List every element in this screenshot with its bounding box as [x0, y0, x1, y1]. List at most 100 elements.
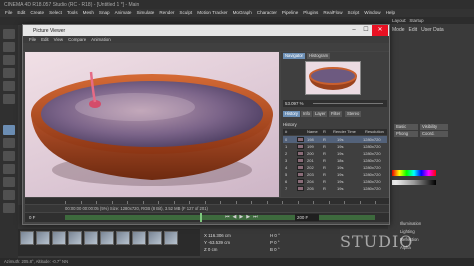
menu-item-10[interactable]: Sculpt	[179, 10, 192, 16]
tool-icon[interactable]	[3, 125, 15, 135]
material-thumbnail[interactable]	[116, 231, 130, 245]
menu-item-12[interactable]: MoGraph	[233, 10, 252, 16]
viewer-menu-item-1[interactable]: Edit	[41, 37, 49, 42]
history-tab[interactable]: History	[283, 111, 301, 117]
tool-icon[interactable]	[3, 203, 15, 213]
menu-item-15[interactable]: Plugins	[303, 10, 318, 16]
maximize-icon[interactable]: ☐	[360, 25, 372, 36]
edit-tab[interactable]: Edit	[409, 27, 418, 33]
menu-item-0[interactable]: File	[5, 10, 12, 16]
tool-icon[interactable]	[3, 164, 15, 174]
layer-tab[interactable]: Layer	[313, 111, 328, 117]
menu-item-16[interactable]: RealFlow	[323, 10, 342, 16]
coord-y-field[interactable]: -63.539 cm	[208, 240, 230, 245]
coord-b-field[interactable]: 0 °	[274, 247, 279, 252]
tool-icon[interactable]	[3, 190, 15, 200]
tool-icon[interactable]	[3, 29, 15, 39]
material-thumbnail[interactable]	[52, 231, 66, 245]
menu-item-11[interactable]: Motion Tracker	[197, 10, 227, 16]
menu-item-3[interactable]: Select	[49, 10, 62, 16]
zoom-slider[interactable]	[313, 103, 383, 104]
menu-item-5[interactable]: Mesh	[83, 10, 94, 16]
viewer-menu-item-4[interactable]: Animation	[91, 37, 111, 42]
go-to-end-icon[interactable]: ⏭	[253, 214, 258, 220]
current-frame-field[interactable]: 0 F	[29, 213, 35, 222]
material-thumbnail[interactable]	[132, 231, 146, 245]
basic-tab[interactable]: Basic	[394, 124, 418, 130]
coord-tab[interactable]: Coord.	[420, 131, 448, 137]
render-canvas[interactable]	[25, 52, 279, 197]
tool-icon[interactable]	[3, 151, 15, 161]
play-icon[interactable]: ▶	[239, 214, 243, 220]
histogram-tab[interactable]: Histogram	[307, 53, 331, 59]
layout-select[interactable]: Startup	[409, 18, 423, 23]
menu-item-18[interactable]: Window	[364, 10, 380, 16]
go-to-start-icon[interactable]: ⏮	[225, 214, 230, 220]
scrub-track[interactable]	[65, 215, 375, 220]
viewer-menu-item-3[interactable]: Compare	[68, 37, 86, 42]
material-thumbnail[interactable]	[36, 231, 50, 245]
history-row[interactable]: 7 205 R 19s 1280x720	[283, 185, 387, 192]
material-thumbnail[interactable]	[148, 231, 162, 245]
menu-item-19[interactable]: Help	[386, 10, 395, 16]
coord-h-field[interactable]: 0 °	[274, 233, 279, 238]
viewer-menu-item-2[interactable]: View	[54, 37, 63, 42]
tool-icon[interactable]	[3, 42, 15, 52]
zoom-value[interactable]: 53.097 %	[285, 100, 304, 107]
history-row-time: 19s	[337, 144, 344, 149]
history-row-resolution: 1280x720	[363, 165, 381, 170]
scrub-playhead[interactable]	[200, 213, 202, 222]
menu-item-8[interactable]: Simulate	[136, 10, 154, 16]
menu-item-6[interactable]: Snap	[99, 10, 110, 16]
step-back-icon[interactable]: ◀	[233, 214, 237, 220]
tool-icon[interactable]	[3, 94, 15, 104]
info-tab[interactable]: Info	[301, 111, 312, 117]
color-spectrum[interactable]	[392, 170, 436, 176]
navigator-thumbnail[interactable]	[305, 61, 361, 95]
mode-tab[interactable]: Mode	[392, 27, 405, 33]
history-row[interactable]: 2 200 R 19s 1280x720	[283, 150, 387, 157]
material-thumbnail[interactable]	[84, 231, 98, 245]
history-row[interactable]: 5 203 R 19s 1280x720	[283, 171, 387, 178]
phong-tab[interactable]: Phong	[394, 131, 418, 137]
step-forward-icon[interactable]: ▶	[246, 214, 250, 220]
brightness-slider[interactable]	[392, 180, 436, 185]
menu-item-1[interactable]: Edit	[17, 10, 25, 16]
material-thumbnail[interactable]	[164, 231, 178, 245]
history-row[interactable]: 3 201 R 18s 1280x720	[283, 157, 387, 164]
history-row[interactable]: 0 198 R 19s 1280x720	[283, 136, 387, 143]
ruler-tick	[282, 201, 283, 204]
stereo-tab[interactable]: Stereo	[345, 111, 362, 117]
material-thumbnail[interactable]	[100, 231, 114, 245]
menu-item-7[interactable]: Animate	[115, 10, 132, 16]
coord-z-field[interactable]: 0 cm	[208, 247, 218, 252]
coord-x-field[interactable]: 116.306 cm	[208, 233, 231, 238]
menu-item-4[interactable]: Tools	[67, 10, 78, 16]
rendered-bowl-image	[31, 71, 273, 186]
material-thumbnail[interactable]	[68, 231, 82, 245]
end-frame-field[interactable]: 200 F	[295, 214, 319, 221]
tool-icon[interactable]	[3, 81, 15, 91]
visibility-tab[interactable]: Visibility	[420, 124, 448, 130]
history-row[interactable]: 4 202 R 19s 1280x720	[283, 164, 387, 171]
menu-item-17[interactable]: Script	[348, 10, 360, 16]
menu-item-14[interactable]: Pipeline	[282, 10, 298, 16]
navigator-tab[interactable]: Navigator	[283, 53, 305, 59]
menu-item-13[interactable]: Character	[257, 10, 277, 16]
close-icon[interactable]: ✕	[372, 25, 388, 36]
user-data-tab[interactable]: User Data	[421, 27, 444, 33]
material-thumbnail[interactable]	[20, 231, 34, 245]
ruler-tick	[235, 201, 237, 204]
history-row[interactable]: 6 204 R 19s 1280x720	[283, 178, 387, 185]
menu-item-9[interactable]: Render	[159, 10, 174, 16]
history-row[interactable]: 1 199 R 19s 1280x720	[283, 143, 387, 150]
viewer-menu-item-0[interactable]: File	[29, 37, 36, 42]
tool-icon[interactable]	[3, 138, 15, 148]
menu-item-2[interactable]: Create	[30, 10, 44, 16]
tool-icon[interactable]	[3, 177, 15, 187]
coord-p-field[interactable]: 0 °	[274, 240, 279, 245]
filter-tab[interactable]: Filter	[329, 111, 343, 117]
tool-icon[interactable]	[3, 55, 15, 65]
tool-icon[interactable]	[3, 68, 15, 78]
minimize-icon[interactable]: –	[348, 25, 360, 36]
